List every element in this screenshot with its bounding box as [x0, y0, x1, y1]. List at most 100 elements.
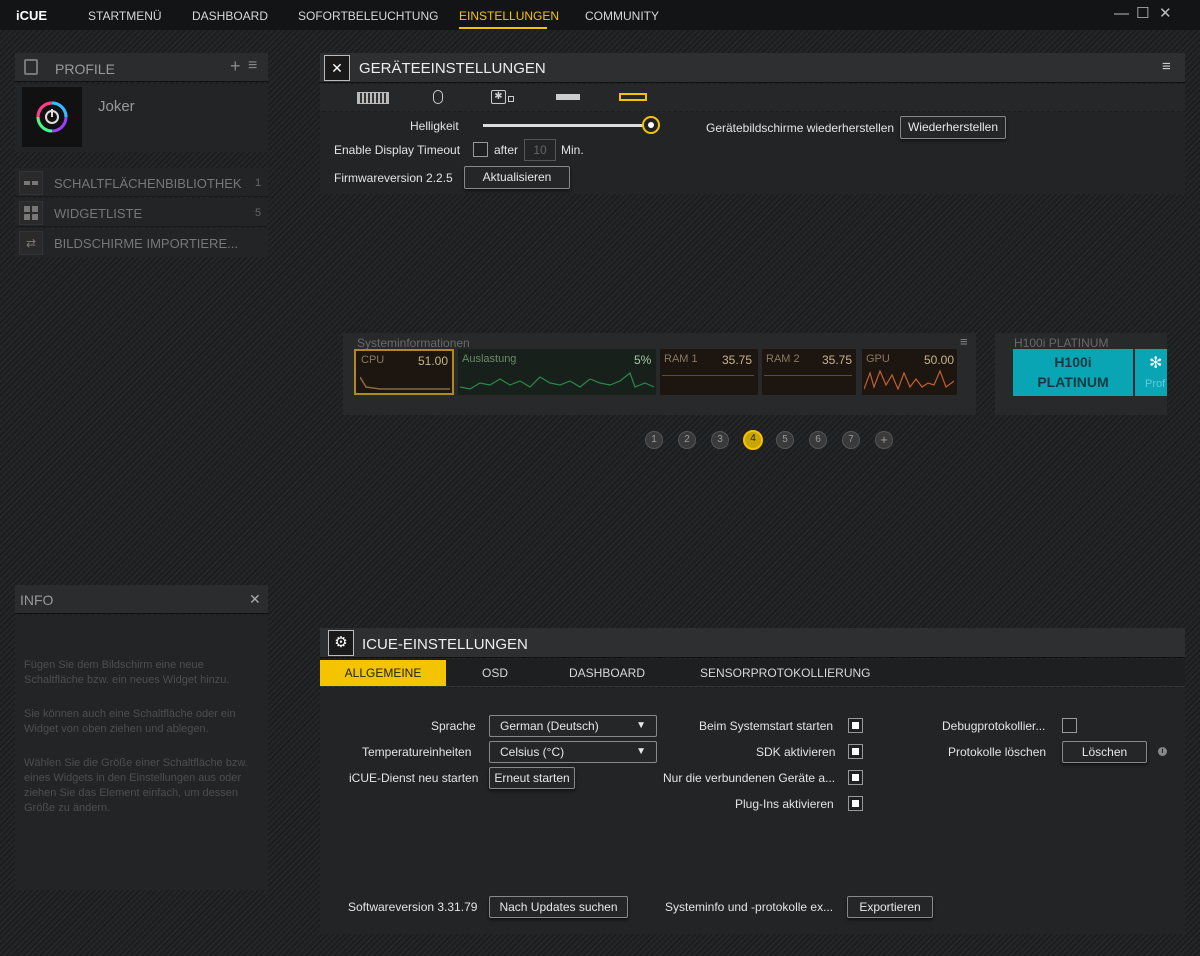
- device-settings-title: GERÄTEEINSTELLUNGEN: [359, 60, 546, 77]
- add-page-button[interactable]: +: [875, 431, 893, 449]
- nav-startmenu[interactable]: STARTMENÜ: [88, 9, 162, 23]
- ram1-cell[interactable]: RAM 1 35.75: [660, 349, 758, 395]
- page-5-button[interactable]: 5: [776, 431, 794, 449]
- device-settings-body: Helligkeit Gerätebildschirme wiederherst…: [320, 112, 1185, 194]
- load-cell[interactable]: Auslastung 5%: [458, 349, 656, 395]
- close-icon[interactable]: ✕: [1159, 6, 1172, 22]
- language-value: German (Deutsch): [500, 719, 599, 733]
- display-device-icon[interactable]: [619, 93, 647, 101]
- cell-value: 35.75: [722, 353, 753, 367]
- profile-avatar: [22, 87, 82, 147]
- page-3-button[interactable]: 3: [711, 431, 729, 449]
- update-firmware-button[interactable]: Aktualisieren: [464, 166, 570, 189]
- device-settings-menu-icon[interactable]: ≡: [1162, 58, 1171, 75]
- page-7-button[interactable]: 7: [842, 431, 860, 449]
- device-tile-line: H100i: [1054, 354, 1092, 370]
- rgb-ring-icon: [36, 101, 68, 133]
- display-timeout-checkbox[interactable]: [473, 142, 488, 157]
- timeout-minutes-input[interactable]: 10: [524, 139, 556, 161]
- add-profile-icon[interactable]: +: [230, 56, 241, 77]
- keyboard-icon[interactable]: [357, 92, 389, 104]
- device-tile[interactable]: H100i PLATINUM: [1013, 349, 1133, 396]
- ram2-cell[interactable]: RAM 2 35.75: [762, 349, 856, 395]
- gear-icon: ⚙: [328, 630, 354, 656]
- close-info-icon[interactable]: ✕: [249, 591, 261, 608]
- connected-only-label: Nur die verbundenen Geräte a...: [663, 771, 836, 785]
- system-info-title: Systeminformationen: [357, 336, 470, 350]
- tab-dashboard[interactable]: DASHBOARD: [560, 660, 654, 686]
- cell-label: CPU: [361, 354, 385, 366]
- tab-general[interactable]: ALLGEMEINE: [320, 660, 446, 686]
- library-item-buttons[interactable]: SCHALTFLÄCHENBIBLIOTHEK 1: [15, 168, 268, 197]
- startup-checkbox[interactable]: [848, 718, 863, 733]
- info-title: INFO: [20, 592, 54, 608]
- profile-tile-label: Prof: [1145, 378, 1166, 390]
- page-4-button[interactable]: 4: [743, 430, 763, 450]
- nav-community[interactable]: COMMUNITY: [585, 9, 659, 23]
- nav-active-indicator: [459, 27, 547, 29]
- brightness-label: Helligkeit: [410, 119, 459, 133]
- page-2-button[interactable]: 2: [678, 431, 696, 449]
- cell-label: RAM 1: [664, 353, 698, 365]
- minutes-label: Min.: [561, 143, 584, 157]
- cpu-graph: [360, 376, 450, 390]
- gpu-cell[interactable]: GPU 50.00: [862, 349, 957, 395]
- restore-button[interactable]: Wiederherstellen: [900, 116, 1006, 139]
- cooler-icon[interactable]: ✱: [491, 90, 506, 104]
- restore-screens-label: Gerätebildschirme wiederherstellen: [706, 121, 895, 135]
- tab-osd[interactable]: OSD: [460, 660, 530, 686]
- nav-instant-lighting[interactable]: SOFORTBELEUCHTUNG: [298, 9, 438, 23]
- profile-item-joker[interactable]: Joker: [15, 84, 268, 152]
- tab-sensor-logging[interactable]: SENSORPROTOKOLLIERUNG: [700, 660, 870, 686]
- firmware-version-label: Firmwareversion 2.2.5: [334, 171, 453, 185]
- profile-tile[interactable]: ✻ Prof: [1135, 349, 1167, 396]
- check-updates-button[interactable]: Nach Updates suchen: [489, 896, 628, 918]
- headset-stand-icon[interactable]: [556, 94, 580, 100]
- library-label: WIDGETLISTE: [54, 206, 143, 221]
- debug-logging-checkbox[interactable]: [1062, 718, 1077, 733]
- temperature-select[interactable]: Celsius (°C) ▼: [489, 741, 657, 763]
- after-label: after: [494, 143, 519, 157]
- delete-logs-button[interactable]: Löschen: [1062, 741, 1147, 763]
- export-button[interactable]: Exportieren: [847, 896, 933, 918]
- info-icon[interactable]: i: [1158, 747, 1167, 756]
- chevron-down-icon: ▼: [636, 746, 646, 757]
- chevron-down-icon: ▼: [636, 720, 646, 731]
- profile-header: PROFILE + ≡: [15, 53, 268, 82]
- profile-name: Joker: [98, 98, 135, 115]
- maximize-icon[interactable]: ☐: [1136, 6, 1149, 22]
- info-body: Fügen Sie dem Bildschirm eine neue Schal…: [15, 615, 268, 890]
- device-settings-header: ✕ GERÄTEEINSTELLUNGEN ≡: [320, 53, 1185, 83]
- restart-service-label: iCUE-Dienst neu starten: [349, 771, 479, 785]
- restart-service-button[interactable]: Erneut starten: [489, 767, 575, 789]
- library-item-widgets[interactable]: WIDGETLISTE 5: [15, 198, 268, 227]
- library-count: 5: [255, 207, 262, 219]
- brightness-fill: [483, 124, 651, 127]
- gpu-graph: [864, 369, 954, 391]
- minimize-icon[interactable]: —: [1114, 6, 1129, 22]
- library-item-import[interactable]: ⇄ BILDSCHIRME IMPORTIERE...: [15, 228, 268, 257]
- tools-icon: ✕: [324, 55, 350, 81]
- page-6-button[interactable]: 6: [809, 431, 827, 449]
- cell-value: 51.00: [418, 354, 449, 368]
- mouse-icon[interactable]: [433, 90, 443, 104]
- icue-settings-header: ⚙ ICUE-EINSTELLUNGEN: [320, 628, 1185, 658]
- page-1-button[interactable]: 1: [645, 431, 663, 449]
- cooler-pump-icon: [508, 96, 514, 102]
- sdk-checkbox[interactable]: [848, 744, 863, 759]
- connected-only-checkbox[interactable]: [848, 770, 863, 785]
- language-select[interactable]: German (Deutsch) ▼: [489, 715, 657, 737]
- widget-menu-icon[interactable]: ≡: [960, 334, 968, 349]
- brightness-slider-handle[interactable]: [642, 116, 660, 134]
- profile-title: PROFILE: [55, 61, 115, 77]
- export-logs-label: Systeminfo und -protokolle ex...: [665, 900, 834, 914]
- nav-dashboard[interactable]: DASHBOARD: [192, 9, 268, 23]
- nav-settings[interactable]: EINSTELLUNGEN: [459, 9, 559, 23]
- library-label: SCHALTFLÄCHENBIBLIOTHEK: [54, 176, 242, 191]
- app-logo: iCUE: [16, 8, 48, 23]
- sdk-label: SDK aktivieren: [756, 745, 836, 759]
- device-widget[interactable]: H100i PLATINUM H100i PLATINUM ✻ Prof: [995, 333, 1167, 415]
- plugins-checkbox[interactable]: [848, 796, 863, 811]
- cpu-cell[interactable]: CPU 51.00: [354, 349, 454, 395]
- profile-menu-icon[interactable]: ≡: [248, 57, 257, 75]
